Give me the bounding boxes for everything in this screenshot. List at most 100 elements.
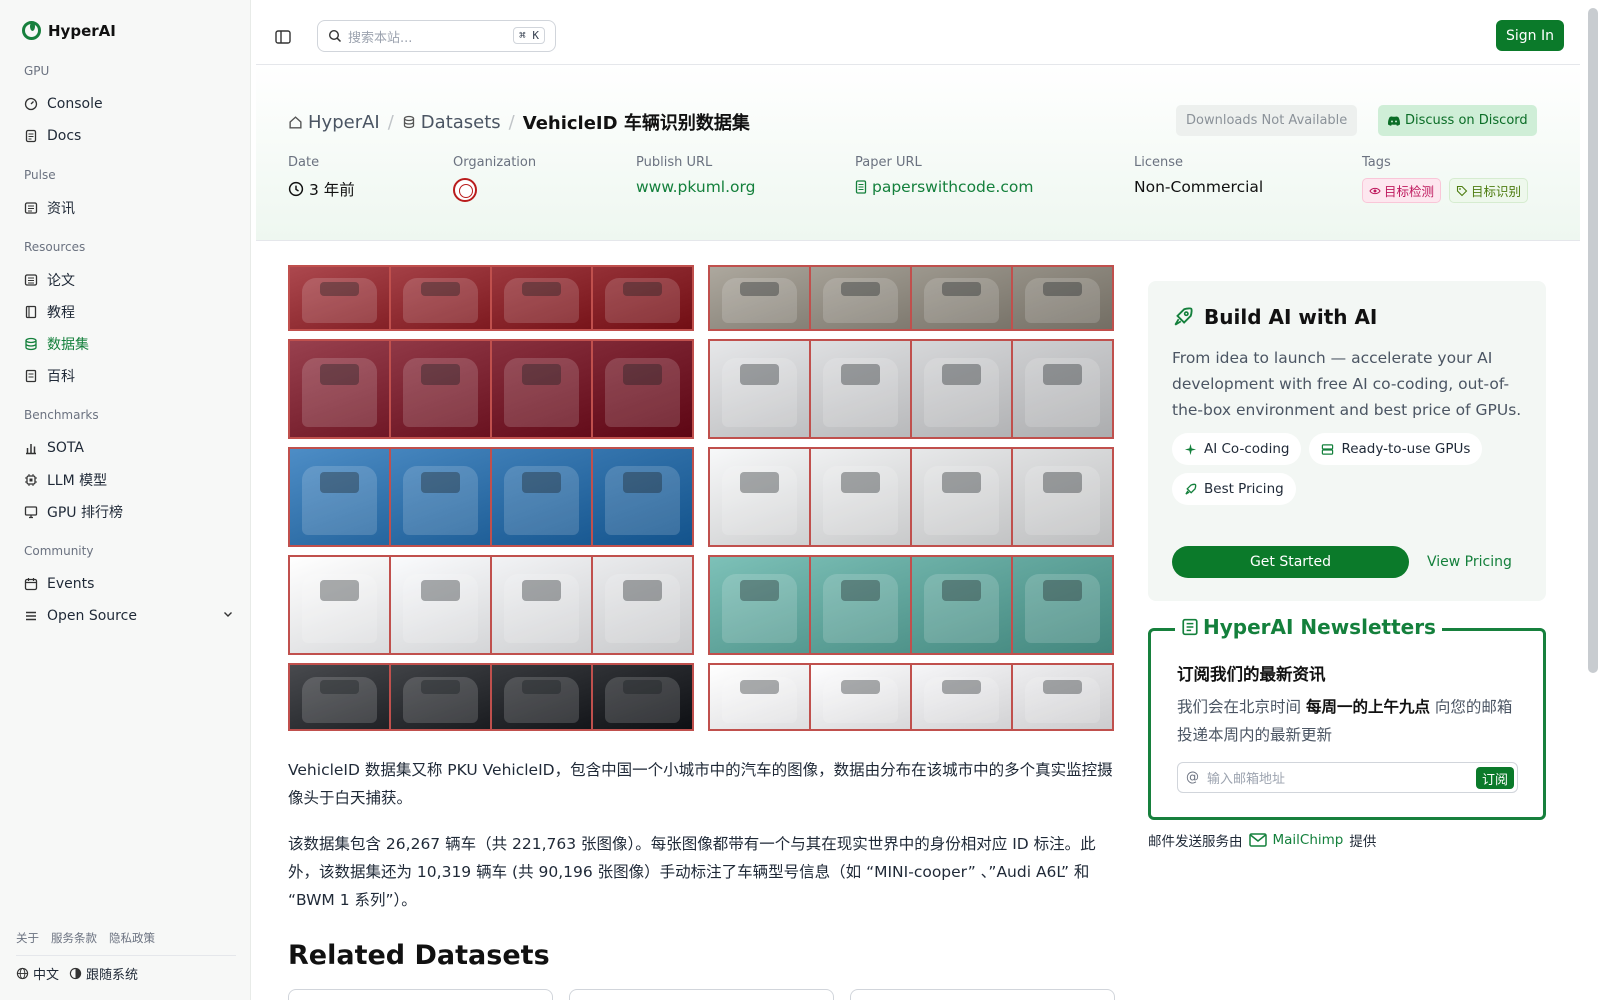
sidebar-item-events[interactable]: Events bbox=[24, 572, 234, 596]
meta-paper-url: Paper URL paperswithcode.com bbox=[855, 155, 1034, 196]
sidebar-item-tutorials[interactable]: 教程 bbox=[24, 300, 234, 324]
vehicle-image-row bbox=[708, 663, 1114, 731]
related-datasets-heading: Related Datasets bbox=[288, 940, 550, 971]
book-icon bbox=[24, 305, 38, 319]
news-icon bbox=[24, 201, 38, 215]
downloads-not-available-button[interactable]: Downloads Not Available bbox=[1176, 105, 1358, 136]
sidebar-item-gpu-leaderboard[interactable]: GPU 排行榜 bbox=[24, 500, 234, 524]
breadcrumb-datasets[interactable]: Datasets bbox=[402, 112, 501, 133]
newsletter-title: HyperAI Newsletters bbox=[1175, 615, 1442, 639]
theme-label: 跟随系统 bbox=[86, 968, 139, 983]
sidebar-item-label: 教程 bbox=[47, 305, 75, 321]
chip-ready-gpus: Ready-to-use GPUs bbox=[1309, 433, 1483, 465]
vehicle-image-row bbox=[708, 339, 1114, 439]
vehicle-photo bbox=[593, 341, 692, 437]
globe-icon bbox=[16, 967, 29, 980]
sign-in-button[interactable]: Sign In bbox=[1496, 20, 1564, 51]
vehicle-photo bbox=[492, 341, 591, 437]
hyperai-logo-icon bbox=[22, 21, 41, 40]
chevron-down-icon[interactable] bbox=[222, 608, 234, 624]
newsletter-box: HyperAI Newsletters 订阅我们的最新资讯 我们会在北京时间 每… bbox=[1148, 615, 1546, 820]
vehicle-photo bbox=[912, 449, 1011, 545]
shortcut-hint: ⌘ K bbox=[513, 27, 545, 44]
sidebar-item-open-source[interactable]: Open Source bbox=[24, 604, 234, 628]
document-icon bbox=[855, 180, 867, 194]
bar-chart-icon bbox=[24, 441, 38, 455]
sidebar-item-llm[interactable]: LLM 模型 bbox=[24, 468, 234, 492]
vehicle-photo bbox=[1013, 267, 1112, 329]
dataset-header: HyperAI / Datasets / VehicleID 车辆识别数据集 D… bbox=[256, 65, 1580, 241]
vehicle-photo bbox=[290, 557, 389, 653]
nav-section-pulse: Pulse bbox=[24, 168, 56, 182]
preview-column-left bbox=[288, 265, 694, 731]
sidebar-item-papers[interactable]: 论文 bbox=[24, 268, 234, 292]
nav-section-benchmarks: Benchmarks bbox=[24, 408, 99, 422]
vehicle-photo bbox=[391, 557, 490, 653]
sidebar-item-label: Console bbox=[47, 96, 103, 112]
description-paragraph: 该数据集包含 26,267 辆车（共 221,763 张图像）。每张图像都带有一… bbox=[288, 835, 1096, 909]
tag-object-recognition[interactable]: 目标识别 bbox=[1449, 178, 1529, 203]
breadcrumb-home[interactable]: HyperAI bbox=[288, 112, 380, 133]
publish-url-link[interactable]: www.pkuml.org bbox=[636, 178, 755, 196]
brand-name: HyperAI bbox=[48, 21, 116, 40]
sidebar-item-label: Events bbox=[47, 576, 95, 592]
sidebar-item-docs[interactable]: Docs bbox=[24, 124, 234, 148]
mailchimp-link[interactable]: MailChimp bbox=[1273, 832, 1344, 848]
theme-switch[interactable]: 跟随系统 bbox=[69, 964, 138, 983]
vehicle-image-row bbox=[708, 265, 1114, 331]
pku-logo-icon[interactable] bbox=[453, 178, 477, 202]
footer-link-about[interactable]: 关于 bbox=[16, 930, 39, 946]
topbar: 搜索本站... ⌘ K Sign In bbox=[256, 8, 1580, 65]
vehicle-photo bbox=[811, 665, 910, 729]
nav-section-gpu: GPU bbox=[24, 64, 50, 78]
related-dataset-card[interactable] bbox=[850, 989, 1115, 1000]
tag-object-detection[interactable]: 目标检测 bbox=[1362, 178, 1442, 203]
brand[interactable]: HyperAI bbox=[22, 21, 116, 40]
related-dataset-card[interactable] bbox=[569, 989, 834, 1000]
sidebar-item-datasets[interactable]: 数据集 bbox=[24, 332, 234, 356]
vehicle-image-row bbox=[708, 447, 1114, 547]
vehicle-photo bbox=[391, 449, 490, 545]
language-switch[interactable]: 中文 bbox=[16, 964, 59, 983]
vehicle-photo bbox=[912, 341, 1011, 437]
sidebar-item-console[interactable]: Console bbox=[24, 92, 234, 116]
discord-button[interactable]: Discuss on Discord bbox=[1378, 105, 1537, 136]
vehicle-photo bbox=[290, 341, 389, 437]
calendar-icon bbox=[24, 577, 38, 591]
sidebar-footer-links: 关于 服务条款 隐私政策 bbox=[16, 930, 155, 946]
vehicle-photo bbox=[710, 341, 809, 437]
vehicle-photo bbox=[593, 267, 692, 329]
nav-section-community: Community bbox=[24, 544, 94, 558]
breadcrumb: HyperAI / Datasets / VehicleID 车辆识别数据集 bbox=[288, 109, 750, 135]
chip-icon bbox=[24, 473, 38, 487]
view-pricing-link[interactable]: View Pricing bbox=[1427, 554, 1512, 570]
scrollbar[interactable] bbox=[1588, 8, 1598, 673]
email-field[interactable]: @ 输入邮箱地址 订阅 bbox=[1177, 762, 1518, 793]
paper-url-link[interactable]: paperswithcode.com bbox=[855, 178, 1033, 196]
sidebar-item-news[interactable]: 资讯 bbox=[24, 196, 234, 220]
newsletter-subtitle: 订阅我们的最新资讯 bbox=[1177, 665, 1326, 684]
vehicle-photo bbox=[912, 557, 1011, 653]
get-started-button[interactable]: Get Started bbox=[1172, 546, 1409, 578]
vehicle-photo bbox=[391, 267, 490, 329]
footer-link-terms[interactable]: 服务条款 bbox=[51, 930, 97, 946]
sidebar-toggle-icon[interactable] bbox=[274, 28, 294, 48]
sidebar-item-wiki[interactable]: 百科 bbox=[24, 364, 234, 388]
vehicle-photo bbox=[593, 665, 692, 729]
sidebar-item-sota[interactable]: SOTA bbox=[24, 436, 234, 460]
divider bbox=[16, 955, 236, 956]
vehicle-photo bbox=[492, 267, 591, 329]
vehicle-photo bbox=[391, 341, 490, 437]
clock-icon bbox=[288, 181, 304, 197]
search-icon bbox=[328, 29, 342, 43]
vehicle-photo bbox=[593, 557, 692, 653]
database-icon bbox=[403, 115, 414, 129]
related-dataset-card[interactable] bbox=[288, 989, 553, 1000]
subscribe-button[interactable]: 订阅 bbox=[1475, 767, 1514, 789]
search-placeholder: 搜索本站... bbox=[348, 30, 413, 46]
vehicle-photo bbox=[912, 267, 1011, 329]
promo-title: Build AI with AI bbox=[1204, 305, 1378, 329]
footer-link-privacy[interactable]: 隐私政策 bbox=[109, 930, 155, 946]
meta-date: Date 3 年前 bbox=[288, 155, 355, 199]
search-input[interactable]: 搜索本站... ⌘ K bbox=[317, 20, 556, 52]
